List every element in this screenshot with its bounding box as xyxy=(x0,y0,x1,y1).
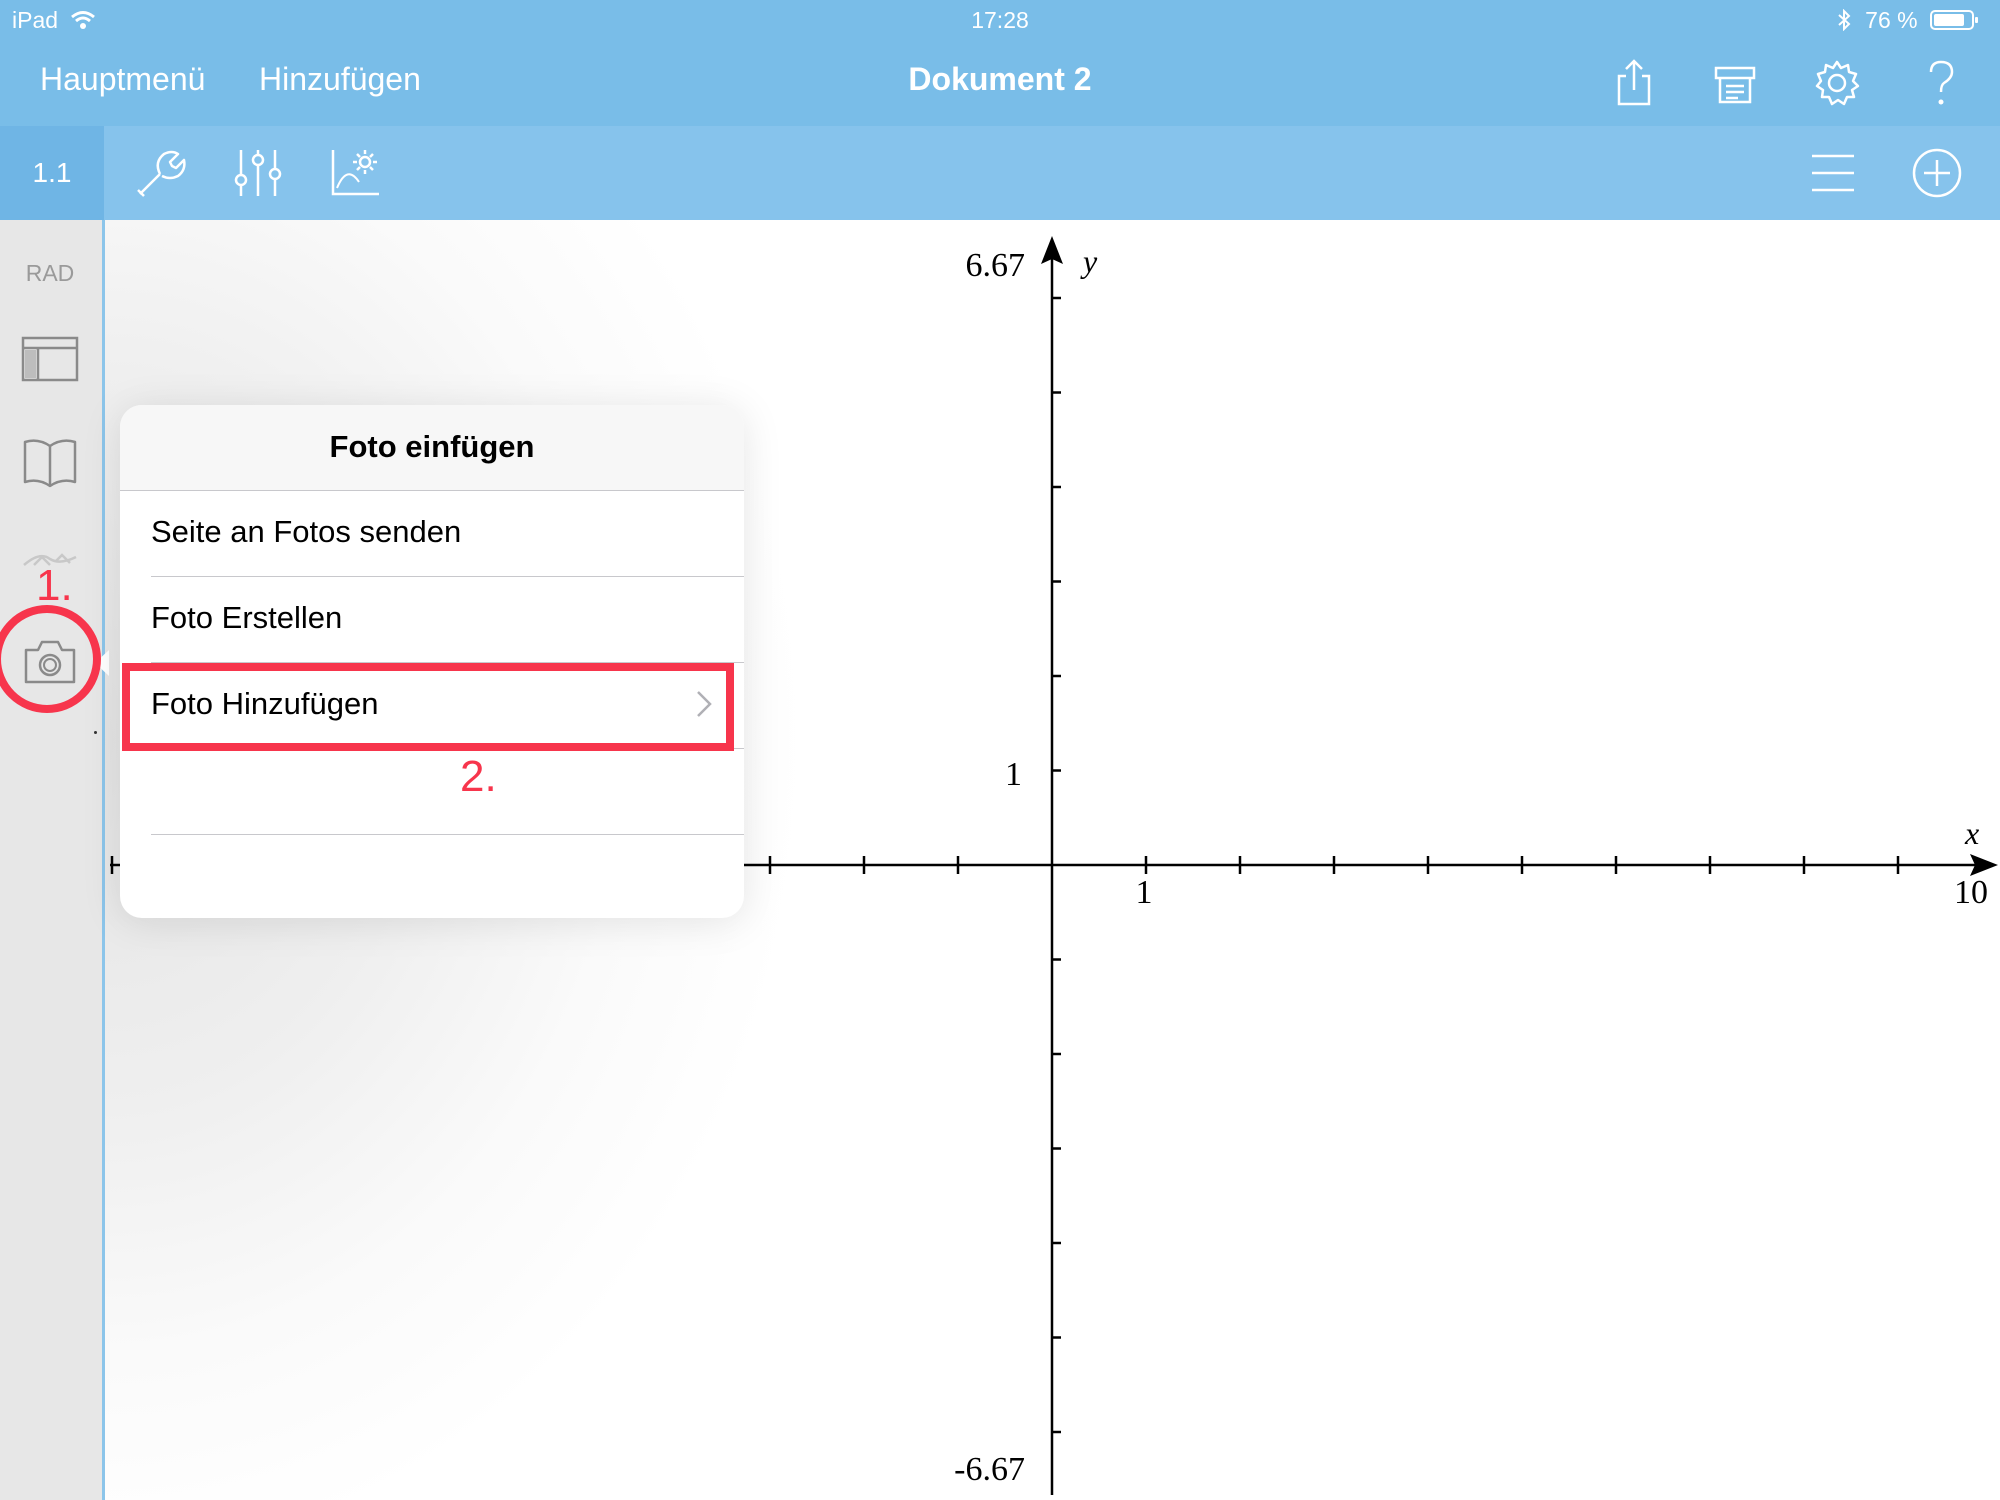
document-title: Dokument 2 xyxy=(908,61,1092,97)
battery-percent: 76 % xyxy=(1865,7,1918,33)
battery-icon xyxy=(1930,10,1978,30)
annotation-step-1: 1. xyxy=(36,561,73,610)
y-max-label: 6.67 xyxy=(966,247,1026,284)
share-icon[interactable] xyxy=(1607,56,1661,110)
menu-item-label: Seite an Fotos senden xyxy=(151,514,462,549)
x-tick-one-label: 1 xyxy=(1136,874,1153,911)
popover-title: Foto einfügen xyxy=(329,429,535,464)
bluetooth-icon xyxy=(1838,8,1851,32)
take-photo-item[interactable]: Foto Erstellen xyxy=(120,577,744,662)
sidebar-dot xyxy=(94,731,97,734)
layout-icon[interactable] xyxy=(20,330,80,390)
annotation-highlight-box xyxy=(122,663,734,751)
empty-menu-item[interactable] xyxy=(120,749,744,834)
x-axis-label: x xyxy=(1964,815,1979,851)
gear-icon[interactable] xyxy=(1810,56,1864,110)
book-icon[interactable] xyxy=(20,432,80,492)
annotation-step-2: 2. xyxy=(460,752,497,801)
y-axis-label: y xyxy=(1080,243,1098,279)
graph-settings-icon[interactable] xyxy=(325,144,383,202)
page-number-tab[interactable]: 1.1 xyxy=(0,126,104,220)
menu-item-label: Foto Erstellen xyxy=(151,600,343,635)
send-page-to-photos-item[interactable]: Seite an Fotos senden xyxy=(120,491,744,576)
wrench-icon[interactable] xyxy=(130,144,188,202)
popover-header: Foto einfügen xyxy=(120,405,744,491)
sidebar: RAD xyxy=(0,220,105,1500)
angle-mode-label: RAD xyxy=(25,260,75,286)
x-max-label: 10 xyxy=(1954,874,1988,911)
navigation-bar: Hauptmenü Hinzufügen Dokument 2 xyxy=(0,40,2000,126)
status-right: 76 % xyxy=(1837,7,1980,34)
status-bar: iPad 17:28 76 % xyxy=(0,0,2000,40)
toolbar: 1.1 xyxy=(0,126,2000,220)
add-circle-icon[interactable] xyxy=(1908,144,1966,202)
document-settings-icon[interactable] xyxy=(1708,56,1762,110)
empty-menu-item[interactable] xyxy=(120,835,744,918)
status-time: 17:28 xyxy=(971,7,1029,33)
menu-icon[interactable] xyxy=(1804,144,1862,202)
y-tick-one-label: 1 xyxy=(1005,756,1022,793)
y-min-label: -6.67 xyxy=(954,1451,1025,1488)
insert-photo-popover: Foto einfügen Seite an Fotos senden Foto… xyxy=(120,405,744,918)
help-icon[interactable] xyxy=(1914,56,1968,110)
sliders-icon[interactable] xyxy=(229,144,287,202)
